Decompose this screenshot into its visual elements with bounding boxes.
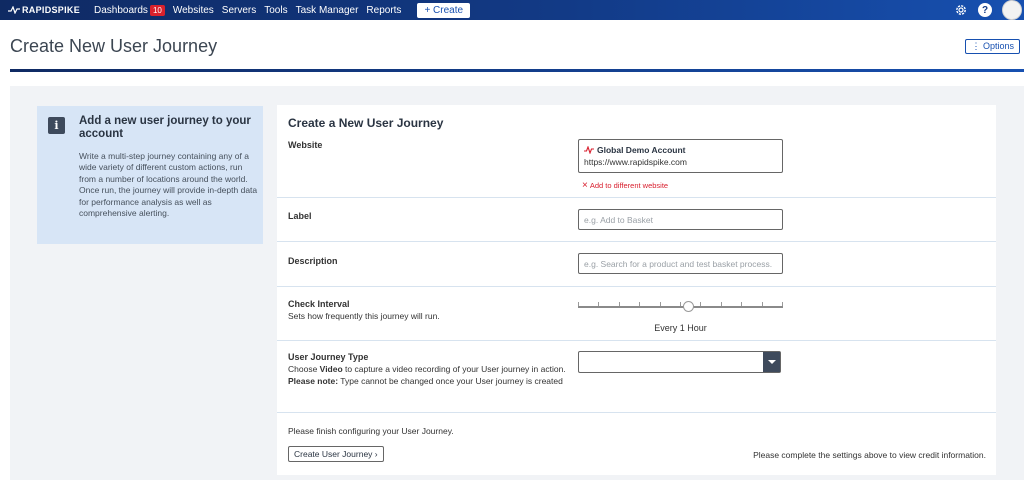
website-url: https://www.rapidspike.com (584, 157, 687, 167)
brand-logo[interactable]: RAPIDSPIKE (8, 5, 80, 15)
nav-right-tools: ? (954, 0, 1024, 20)
label-input[interactable]: e.g. Add to Basket (578, 209, 783, 230)
add-to-different-website-link[interactable]: × Add to different website (582, 180, 668, 191)
slider-tick (660, 302, 661, 306)
help-icon[interactable]: ? (978, 3, 992, 17)
avatar[interactable] (1002, 0, 1022, 20)
configuration-status-text: Please finish configuring your User Jour… (288, 426, 454, 436)
create-button[interactable]: + Create (417, 2, 471, 18)
create-user-journey-button[interactable]: Create User Journey › (288, 446, 384, 462)
top-navbar: RAPIDSPIKE Dashboards 10 Websites Server… (0, 0, 1024, 20)
close-icon: × (582, 180, 588, 191)
label-field-label: Label (288, 211, 312, 221)
help-glyph: ? (978, 3, 992, 17)
nav-dashboards[interactable]: Dashboards 10 (94, 4, 165, 16)
row-divider (277, 286, 996, 287)
check-interval-slider[interactable] (578, 301, 783, 313)
slider-tick (762, 302, 763, 306)
journey-type-help: Choose Video to capture a video recordin… (288, 363, 573, 387)
row-divider (277, 241, 996, 242)
row-divider (277, 340, 996, 341)
pulse-icon (584, 146, 594, 154)
form-title: Create a New User Journey (288, 116, 444, 130)
create-journey-form: Create a New User Journey Website Global… (277, 105, 996, 475)
slider-tick (578, 302, 579, 306)
slider-tick (721, 302, 722, 306)
slider-tick (700, 302, 701, 306)
info-body-paragraph-1: Write a multi-step journey containing an… (79, 151, 249, 184)
website-selector[interactable]: Global Demo Account https://www.rapidspi… (578, 139, 783, 173)
website-account-name: Global Demo Account (597, 145, 686, 155)
journey-type-help-prefix: Choose (288, 364, 320, 374)
info-body: Write a multi-step journey containing an… (79, 151, 259, 219)
slider-tick (639, 302, 640, 306)
pulse-icon (8, 6, 20, 14)
slider-track (578, 306, 783, 308)
info-title: Add a new user journey to your account (79, 115, 251, 140)
nav-tools[interactable]: Tools (264, 5, 287, 16)
slider-tick (782, 302, 783, 306)
website-label: Website (288, 140, 323, 150)
brand-name: RAPIDSPIKE (22, 5, 81, 15)
check-interval-value: Every 1 Hour (654, 323, 707, 333)
journey-type-select[interactable] (578, 351, 781, 373)
journey-type-label: User Journey Type (288, 352, 369, 362)
gear-icon[interactable] (954, 3, 968, 17)
add-to-different-website-label: Add to different website (589, 181, 669, 190)
dashboards-count-badge: 10 (149, 4, 165, 16)
row-divider (277, 412, 996, 413)
chevron-down-icon[interactable] (763, 352, 780, 372)
journey-type-help-suffix: to capture a video recording of your Use… (342, 364, 566, 374)
credit-info-text: Please complete the settings above to vi… (753, 450, 986, 460)
slider-thumb[interactable] (683, 301, 694, 312)
website-account: Global Demo Account (584, 145, 782, 155)
nav-websites[interactable]: Websites (173, 5, 214, 16)
nav-dashboards-label: Dashboards (94, 4, 148, 16)
description-field-label: Description (288, 256, 338, 266)
page-title: Create New User Journey (10, 36, 218, 56)
options-button[interactable]: ⋮ Options (965, 39, 1020, 54)
nav-reports[interactable]: Reports (366, 5, 401, 16)
check-interval-label: Check Interval (288, 299, 350, 309)
slider-tick (619, 302, 620, 306)
slider-tick (741, 302, 742, 306)
description-input[interactable]: e.g. Search for a product and test baske… (578, 253, 783, 274)
journey-type-note-label: Please note: (288, 376, 339, 386)
row-divider (277, 197, 996, 198)
header-divider (10, 69, 1024, 72)
info-icon: i (48, 117, 65, 134)
info-panel: i Add a new user journey to your account… (37, 106, 263, 244)
check-interval-help: Sets how frequently this journey will ru… (288, 311, 440, 321)
nav-servers[interactable]: Servers (222, 5, 256, 16)
journey-type-note-text: Type cannot be changed once your User jo… (338, 376, 563, 386)
slider-tick (598, 302, 599, 306)
info-body-paragraph-2: Once run, the journey will provide in-de… (79, 185, 258, 219)
journey-type-help-video: Video (319, 364, 343, 374)
slider-tick (680, 302, 681, 306)
nav-task-manager[interactable]: Task Manager (296, 5, 359, 16)
